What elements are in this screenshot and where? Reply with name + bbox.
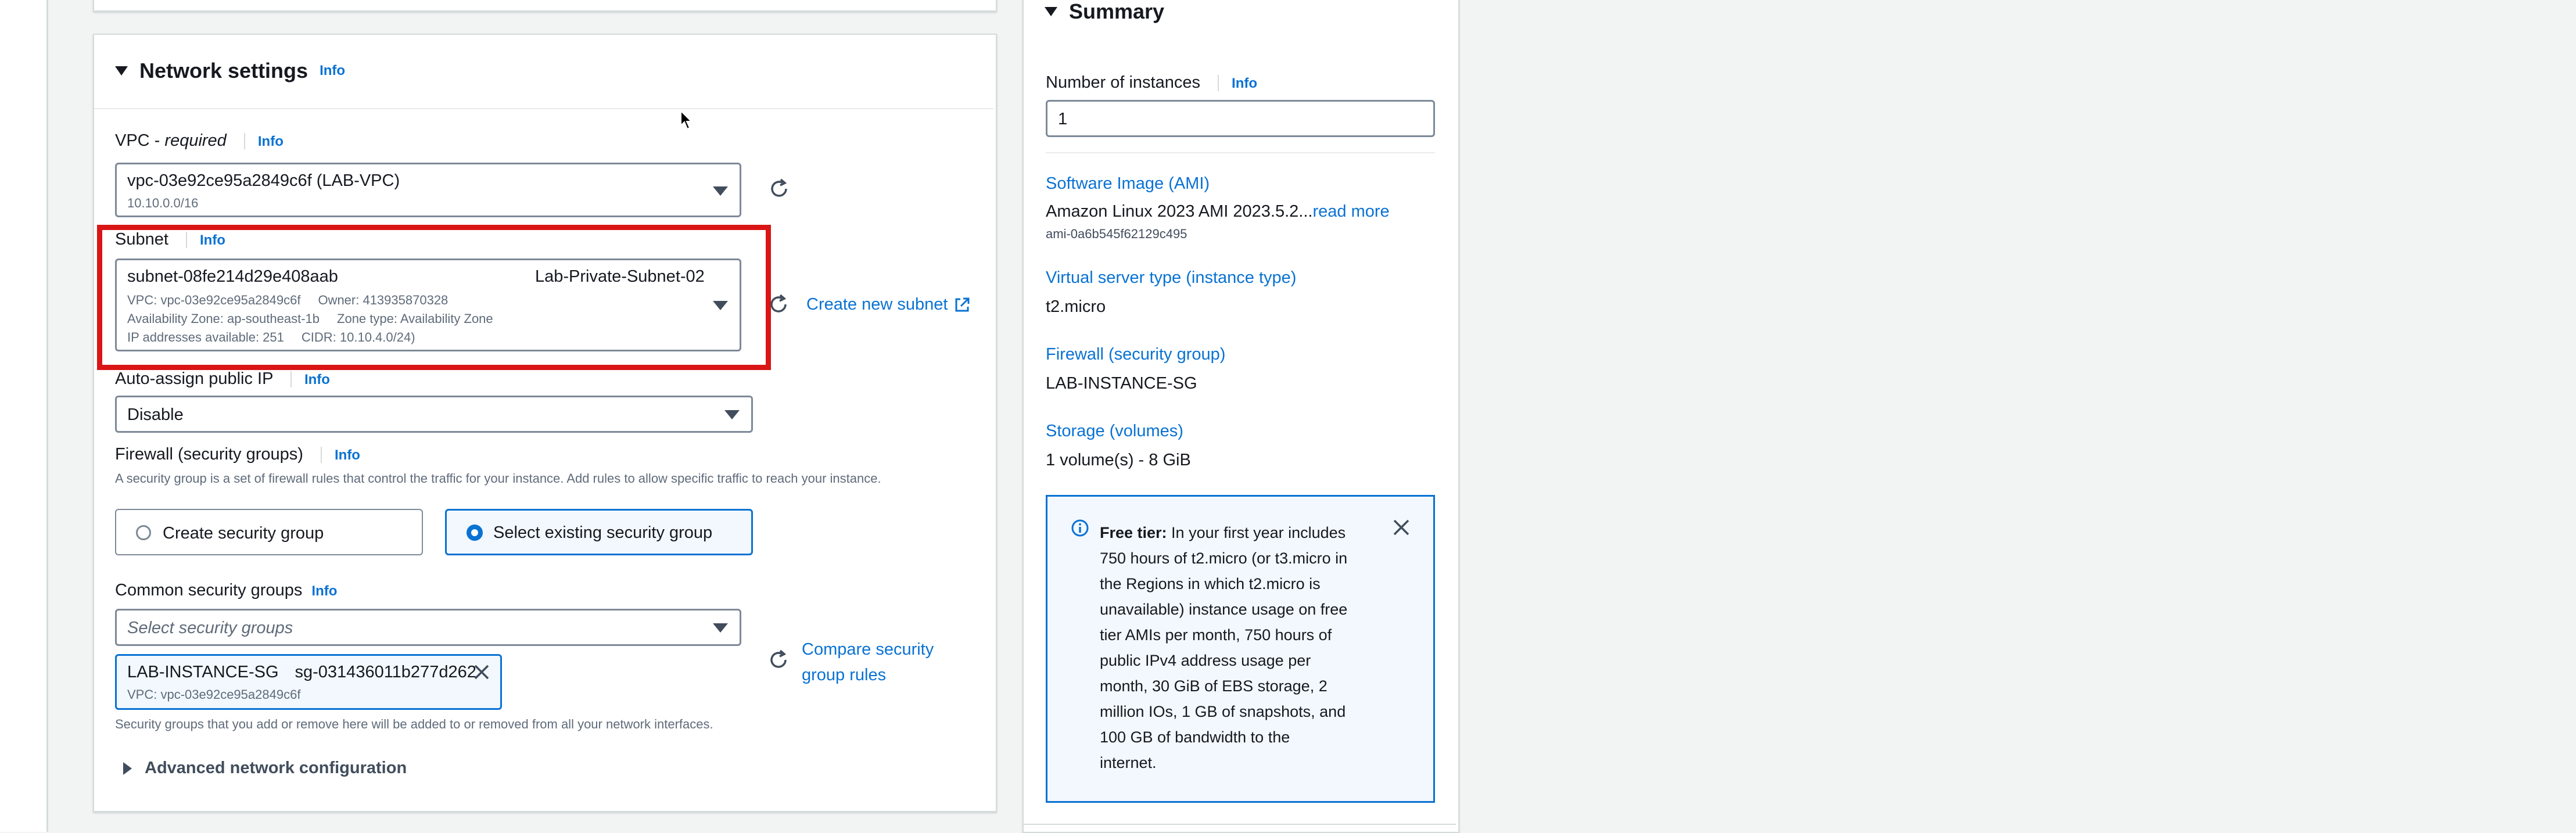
common-security-groups-label: Common security groups Info (115, 581, 338, 599)
select-existing-security-group-label: Select existing security group (493, 523, 713, 542)
ami-value: Amazon Linux 2023 AMI 2023.5.2...read mo… (1046, 202, 1390, 221)
summary-firewall-value: LAB-INSTANCE-SG (1046, 374, 1197, 393)
network-settings-header[interactable]: Network settings Info (115, 58, 345, 84)
auto-assign-ip-label: Auto-assign public IP Info (115, 369, 330, 388)
dismiss-close-icon[interactable] (1393, 519, 1410, 536)
page-gutter (0, 0, 48, 832)
chevron-down-icon (713, 623, 728, 633)
auto-assign-ip-select[interactable]: Disable (115, 396, 753, 433)
firewall-description: A security group is a set of firewall ru… (115, 471, 881, 486)
number-of-instances-input[interactable]: 1 (1046, 100, 1435, 137)
auto-assign-ip-info-link[interactable]: Info (304, 372, 330, 387)
caret-down-icon (115, 66, 128, 76)
common-security-groups-info-link[interactable]: Info (311, 583, 337, 599)
radio-selected (467, 525, 483, 541)
summary-divider (1046, 152, 1435, 153)
create-security-group-option[interactable]: Create security group (115, 509, 423, 555)
firewall-label: Firewall (security groups) Info (115, 445, 360, 464)
vpc-label: VPC - required Info (115, 131, 284, 150)
ami-label[interactable]: Software Image (AMI) (1046, 174, 1210, 193)
security-groups-hint: Security groups that you add or remove h… (115, 717, 713, 731)
subnet-refresh-icon[interactable] (768, 294, 789, 315)
caret-down-icon (1045, 7, 1057, 16)
vpc-select[interactable]: vpc-03e92ce95a2849c6f (LAB-VPC) 10.10.0.… (115, 163, 741, 217)
storage-value: 1 volume(s) - 8 GiB (1046, 451, 1191, 469)
security-groups-placeholder: Select security groups (127, 619, 293, 637)
instances-info-link[interactable]: Info (1232, 76, 1257, 91)
vpc-refresh-icon[interactable] (769, 178, 790, 199)
network-settings-info-link[interactable]: Info (320, 63, 345, 79)
create-security-group-label: Create security group (163, 524, 324, 543)
security-group-token: LAB-INSTANCE-SG sg-031436011b277d262 VPC:… (115, 654, 502, 710)
firewall-info-link[interactable]: Info (335, 447, 360, 463)
ami-read-more-link[interactable]: read more (1312, 202, 1389, 221)
create-new-subnet-link[interactable]: Create new subnet (806, 295, 971, 314)
vpc-value: vpc-03e92ce95a2849c6f (LAB-VPC) (127, 171, 400, 190)
vpc-info-link[interactable]: Info (258, 134, 284, 149)
number-of-instances-value: 1 (1058, 110, 1068, 128)
network-settings-title: Network settings (139, 59, 308, 82)
instance-type-label[interactable]: Virtual server type (instance type) (1046, 268, 1296, 288)
remove-token-close-icon[interactable] (473, 664, 490, 680)
instance-type-value: t2.micro (1046, 297, 1106, 316)
info-circle-icon (1071, 519, 1089, 537)
external-link-icon (953, 296, 971, 314)
subnet-highlight-box (97, 225, 771, 370)
number-of-instances-label: Number of instances Info (1046, 73, 1258, 92)
storage-label[interactable]: Storage (volumes) (1046, 422, 1183, 441)
token-vpc: VPC: vpc-03e92ce95a2849c6f (127, 687, 301, 702)
panel-header-divider (94, 108, 993, 109)
security-groups-refresh-icon[interactable] (768, 649, 789, 670)
radio-unselected (136, 525, 151, 540)
summary-next-section-edge (1024, 824, 1456, 825)
caret-right-icon (123, 762, 132, 775)
chevron-down-icon (724, 410, 740, 419)
free-tier-alert: Free tier: In your first year includes 7… (1046, 495, 1435, 803)
security-groups-select[interactable]: Select security groups (115, 609, 741, 646)
summary-firewall-label[interactable]: Firewall (security group) (1046, 345, 1225, 364)
select-existing-security-group-option[interactable]: Select existing security group (445, 509, 753, 555)
vpc-cidr: 10.10.0.0/16 (127, 196, 199, 210)
summary-header[interactable]: Summary (1045, 0, 1164, 23)
advanced-network-configuration-toggle[interactable]: Advanced network configuration (123, 759, 407, 778)
compare-security-group-rules-link[interactable]: Compare security group rules (802, 637, 934, 688)
token-name: LAB-INSTANCE-SG sg-031436011b277d262 (127, 663, 476, 681)
ami-id: ami-0a6b545f62129c495 (1046, 227, 1187, 241)
chevron-down-icon (713, 186, 728, 196)
mouse-cursor-icon (680, 110, 693, 130)
free-tier-text: Free tier: In your first year includes 7… (1100, 524, 1348, 771)
auto-assign-ip-value: Disable (127, 405, 184, 424)
summary-title: Summary (1069, 0, 1165, 23)
previous-section-panel (93, 0, 997, 12)
